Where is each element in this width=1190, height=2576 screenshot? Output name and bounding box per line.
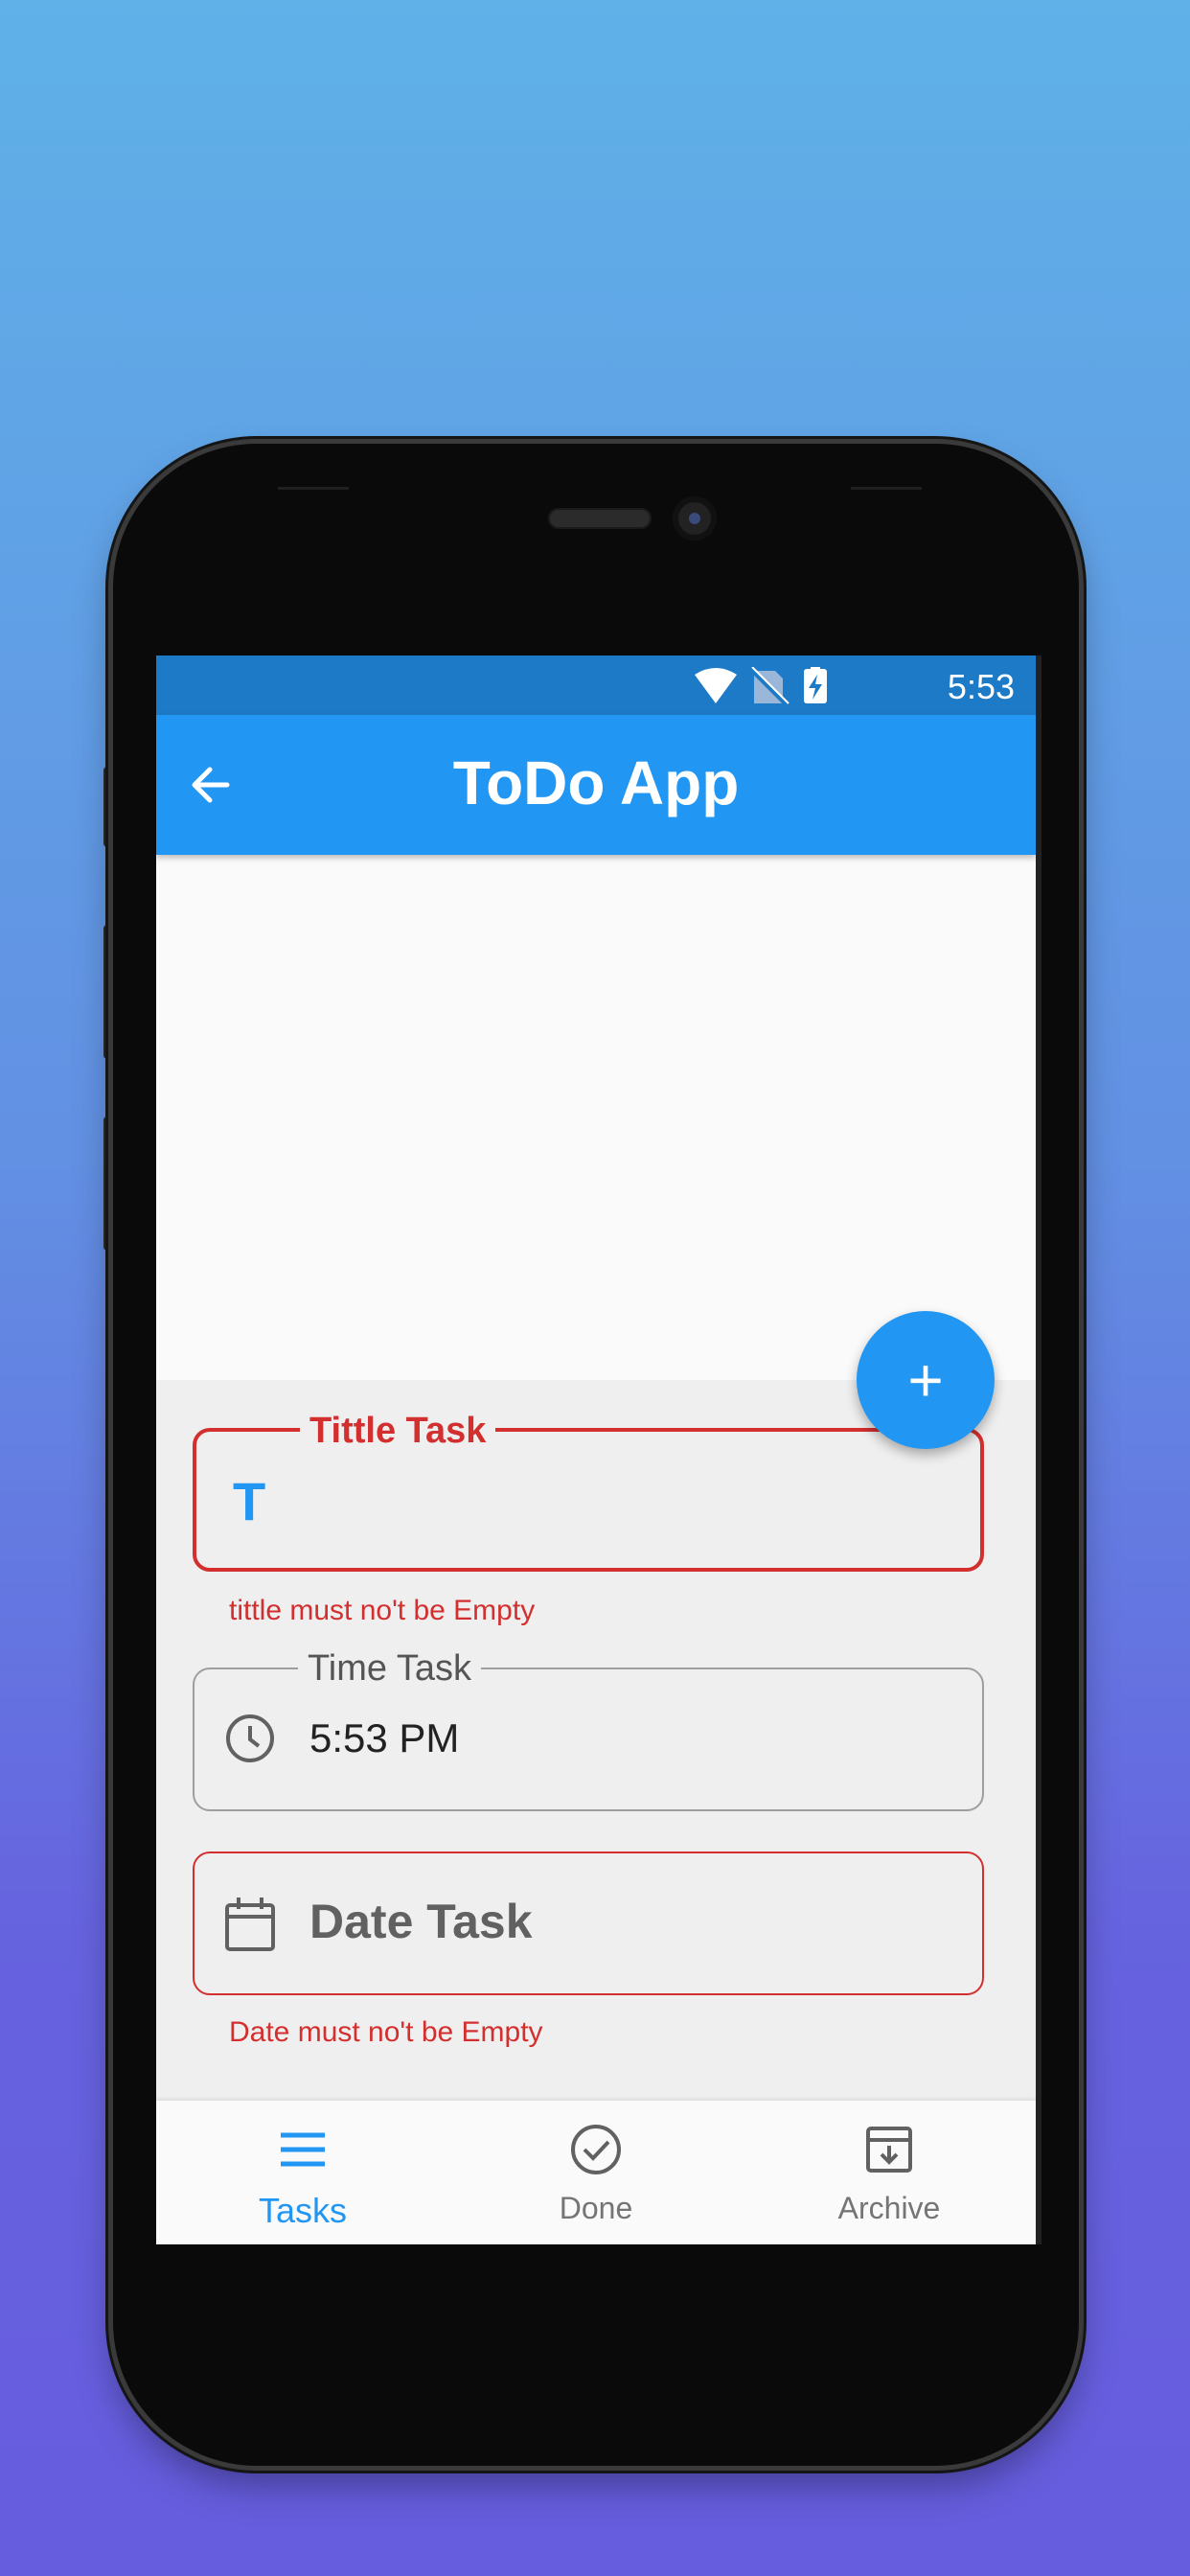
status-time: 5:53 (947, 667, 1015, 706)
time-input[interactable]: Time Task 5:53 PM (193, 1648, 984, 1811)
calendar-icon (225, 1898, 275, 1951)
time-input-label: Time Task (298, 1648, 482, 1690)
title-input[interactable]: Tittle Task T (193, 1411, 984, 1572)
nav-label-archive: Archive (837, 2191, 941, 2225)
battery-charging-icon (804, 667, 827, 703)
bottom-navigation: Tasks Done Archive (156, 2101, 1036, 2244)
phone-camera (673, 496, 717, 540)
title-error: tittle must no't be Empty (229, 1595, 536, 1626)
nav-item-archive[interactable]: Archive (743, 2101, 1036, 2244)
wifi-icon (695, 668, 737, 703)
check-circle-icon (571, 2125, 621, 2174)
screen-edge (1036, 656, 1041, 2244)
date-input-placeholder: Date Task (309, 1895, 533, 1948)
nav-label-done: Done (559, 2191, 633, 2225)
add-task-button[interactable]: + (857, 1311, 995, 1449)
page-title: ToDo App (452, 748, 740, 817)
archive-icon (866, 2127, 912, 2173)
title-input-label: Tittle Task (300, 1411, 496, 1452)
menu-icon (281, 2132, 325, 2167)
date-error: Date must no't be Empty (229, 2016, 543, 2048)
phone-volume-up-button (103, 925, 111, 1059)
phone-speaker (548, 508, 652, 529)
clock-icon (226, 1714, 274, 1762)
app-bar: ToDo App (156, 715, 1036, 855)
status-bar: 5:53 (156, 656, 1036, 715)
phone-top-rim-right (851, 487, 922, 490)
date-input[interactable]: Date Task (193, 1852, 984, 1995)
phone-side-button (103, 767, 111, 847)
title-icon: T (233, 1471, 266, 1531)
nav-item-done[interactable]: Done (449, 2101, 743, 2244)
nav-label-tasks: Tasks (258, 2191, 348, 2230)
nav-item-tasks[interactable]: Tasks (156, 2101, 449, 2244)
phone-top-rim-left (278, 487, 349, 490)
time-input-value: 5:53 PM (309, 1715, 460, 1760)
phone-power-button (1079, 978, 1087, 1198)
phone-volume-down-button (103, 1116, 111, 1251)
status-icons (695, 667, 827, 705)
app-screen: 5:53 ToDo App Tittle Task T tittle must … (156, 656, 1036, 2244)
no-sim-icon (748, 667, 790, 705)
plus-icon: + (907, 1346, 944, 1414)
